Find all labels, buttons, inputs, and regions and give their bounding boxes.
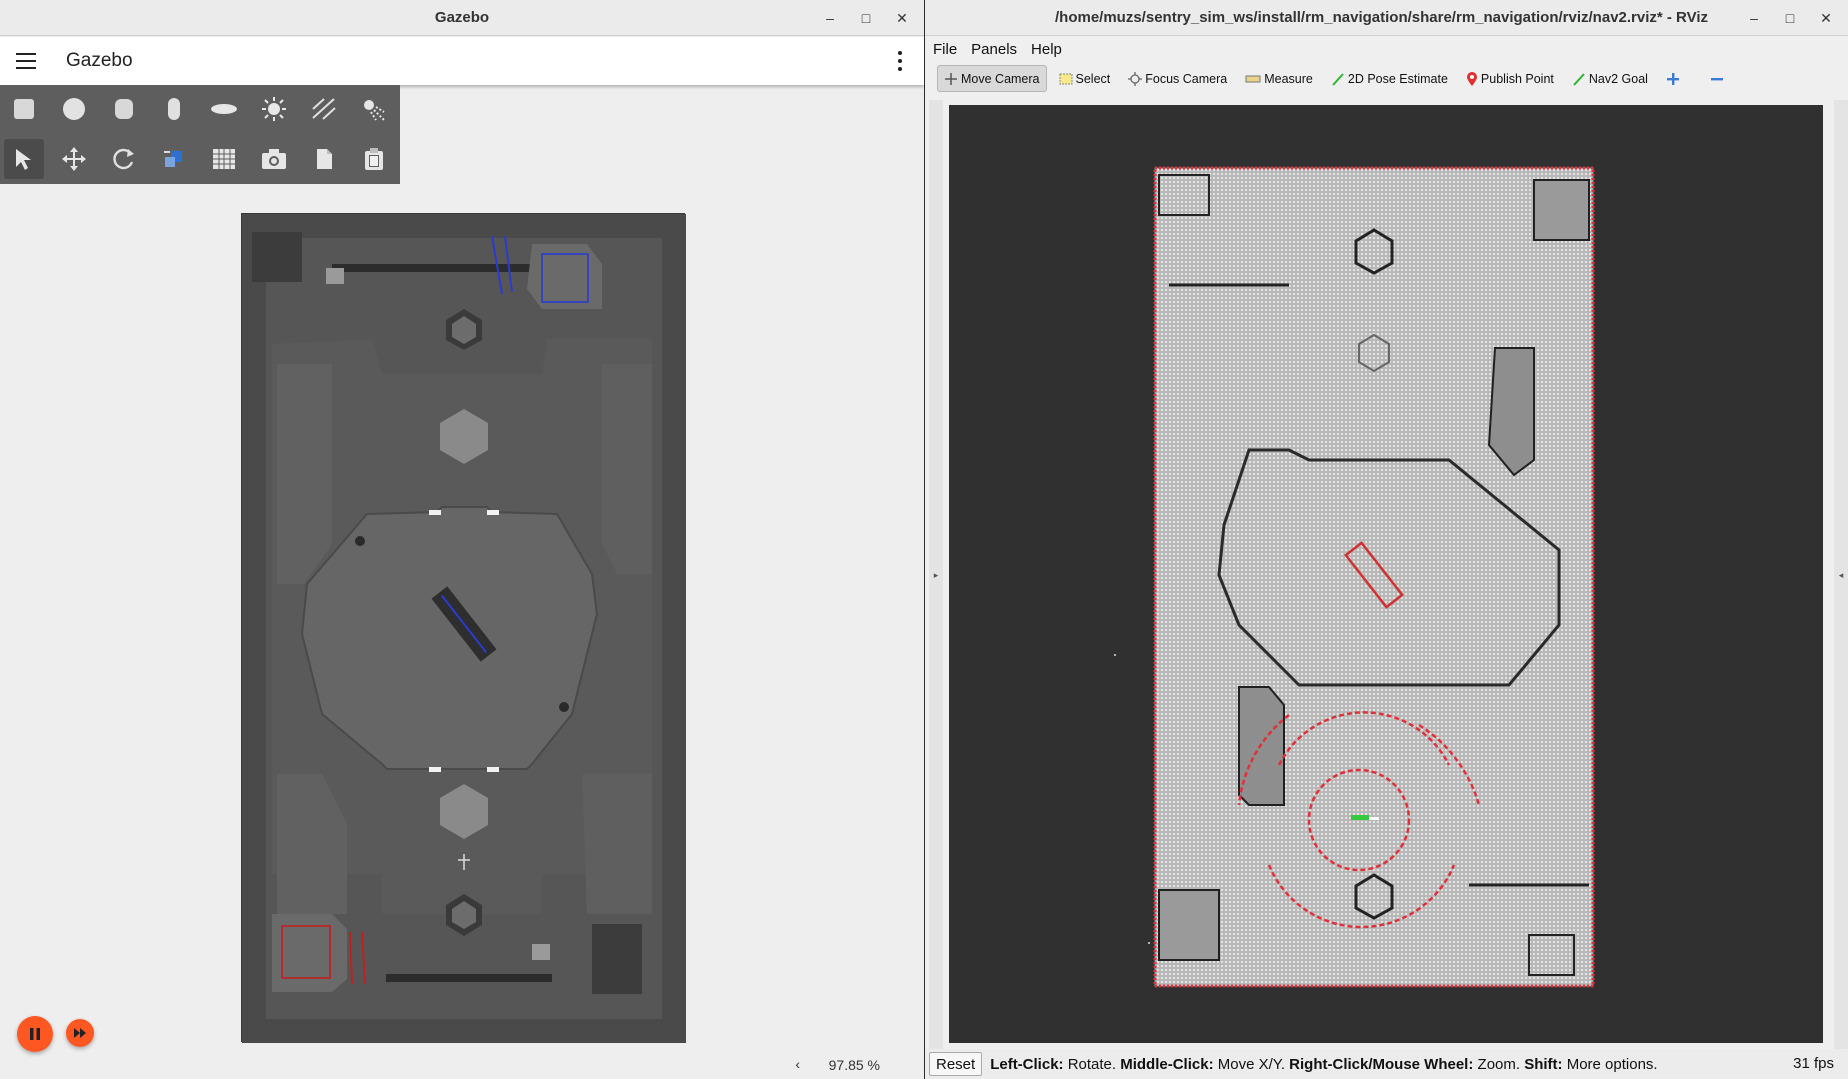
tool-label: Nav2 Goal <box>1588 71 1648 86</box>
cylinder-icon[interactable] <box>104 89 144 129</box>
publish-point-icon <box>1466 71 1477 86</box>
reset-button[interactable]: Reset <box>929 1052 983 1076</box>
mouse-hint: Left-Click: Rotate. Middle-Click: Move X… <box>990 1055 1658 1073</box>
menu-panels[interactable]: Panels <box>971 41 1017 58</box>
chevron-right-icon: ▸ <box>933 571 939 581</box>
tool-label: Select <box>1075 71 1111 86</box>
gazebo-window: Gazebo – □ ✕ Gazebo ‹ 97.85 % <box>0 0 924 1079</box>
gazebo-app-title: Gazebo <box>66 50 133 71</box>
spot-light-icon[interactable] <box>354 89 394 129</box>
more-options-icon[interactable] <box>898 51 902 71</box>
tool-focus-camera[interactable]: Focus Camera <box>1122 65 1233 92</box>
right-panel-toggle[interactable]: ◂ <box>1834 100 1848 1052</box>
tool-label: Measure <box>1264 71 1313 86</box>
ellipsoid-icon[interactable] <box>204 89 244 129</box>
rviz-menubar: File Panels Help <box>925 37 1848 61</box>
translate-icon[interactable] <box>54 139 94 179</box>
rviz-3d-view[interactable] <box>949 105 1823 1043</box>
close-icon[interactable]: ✕ <box>1816 8 1836 28</box>
move-camera-icon <box>945 72 957 85</box>
rviz-status-bar: Reset Left-Click: Rotate. Middle-Click: … <box>925 1049 1848 1079</box>
step-forward-button[interactable] <box>66 1019 94 1047</box>
collapse-stats-icon[interactable]: ‹ <box>795 1056 800 1072</box>
snap-icon[interactable] <box>154 139 194 179</box>
gazebo-status-bar: ‹ 97.85 % <box>0 1053 924 1079</box>
paste-icon[interactable] <box>354 139 394 179</box>
fast-forward-icon <box>74 1028 86 1038</box>
hamburger-menu-icon[interactable] <box>16 53 36 69</box>
occupancy-map-render <box>949 105 1823 1043</box>
rviz-window: /home/muzs/sentry_sim_ws/install/rm_navi… <box>925 0 1848 1079</box>
gazebo-3d-scene[interactable] <box>241 213 686 1043</box>
rviz-window-title: /home/muzs/sentry_sim_ws/install/rm_navi… <box>1055 9 1709 26</box>
real-time-factor: 97.85 % <box>828 1057 880 1073</box>
minimize-icon[interactable]: – <box>820 8 840 28</box>
pause-button[interactable] <box>17 1016 53 1052</box>
tool-label: Move Camera <box>961 71 1040 86</box>
select-icon <box>1059 73 1072 84</box>
left-panel-toggle[interactable]: ▸ <box>929 100 943 1052</box>
fps-readout: 31 fps <box>1793 1055 1834 1072</box>
tool-label: Publish Point <box>1480 71 1554 86</box>
gazebo-titlebar[interactable]: Gazebo – □ ✕ <box>0 0 924 36</box>
menu-file[interactable]: File <box>933 41 957 58</box>
directional-light-icon[interactable] <box>304 89 344 129</box>
tool-2d-pose-estimate[interactable]: 2D Pose Estimate <box>1325 65 1454 92</box>
tool-label: Focus Camera <box>1145 71 1228 86</box>
tool-move-camera[interactable]: Move Camera <box>937 65 1047 92</box>
tool-select[interactable]: Select <box>1053 65 1117 92</box>
chevron-left-icon: ◂ <box>1838 571 1844 581</box>
remove-tool-button[interactable] <box>1704 65 1730 92</box>
select-arrow-icon[interactable] <box>4 139 44 179</box>
pause-icon <box>30 1028 40 1040</box>
copy-icon[interactable] <box>304 139 344 179</box>
minus-icon <box>1710 77 1723 80</box>
tool-label: 2D Pose Estimate <box>1347 71 1448 86</box>
plus-icon <box>1666 72 1679 85</box>
rotate-icon[interactable] <box>104 139 144 179</box>
close-icon[interactable]: ✕ <box>892 8 912 28</box>
measure-icon <box>1245 75 1261 82</box>
gazebo-window-title: Gazebo <box>434 9 490 26</box>
box-icon[interactable] <box>4 89 44 129</box>
pose-estimate-icon <box>1332 72 1344 86</box>
focus-camera-icon <box>1128 71 1143 86</box>
tool-measure[interactable]: Measure <box>1239 65 1319 92</box>
nav2-goal-icon <box>1573 72 1585 86</box>
menu-help[interactable]: Help <box>1031 41 1062 58</box>
gazebo-app-bar: Gazebo <box>0 37 924 85</box>
rviz-titlebar[interactable]: /home/muzs/sentry_sim_ws/install/rm_navi… <box>925 0 1848 36</box>
capsule-icon[interactable] <box>154 89 194 129</box>
sun-light-icon[interactable] <box>254 89 294 129</box>
arena-render <box>242 214 686 1043</box>
minimize-icon[interactable]: – <box>1744 8 1764 28</box>
add-tool-button[interactable] <box>1660 65 1686 92</box>
tool-nav2-goal[interactable]: Nav2 Goal <box>1566 65 1654 92</box>
maximize-icon[interactable]: □ <box>1780 8 1800 28</box>
sphere-icon[interactable] <box>54 89 94 129</box>
tool-publish-point[interactable]: Publish Point <box>1460 65 1560 92</box>
grid-icon[interactable] <box>204 139 244 179</box>
rviz-toolbar: Move Camera Select Focus Camera Measure … <box>925 61 1848 96</box>
maximize-icon[interactable]: □ <box>856 8 876 28</box>
camera-screenshot-icon[interactable] <box>254 139 294 179</box>
gazebo-toolbar <box>0 85 400 184</box>
